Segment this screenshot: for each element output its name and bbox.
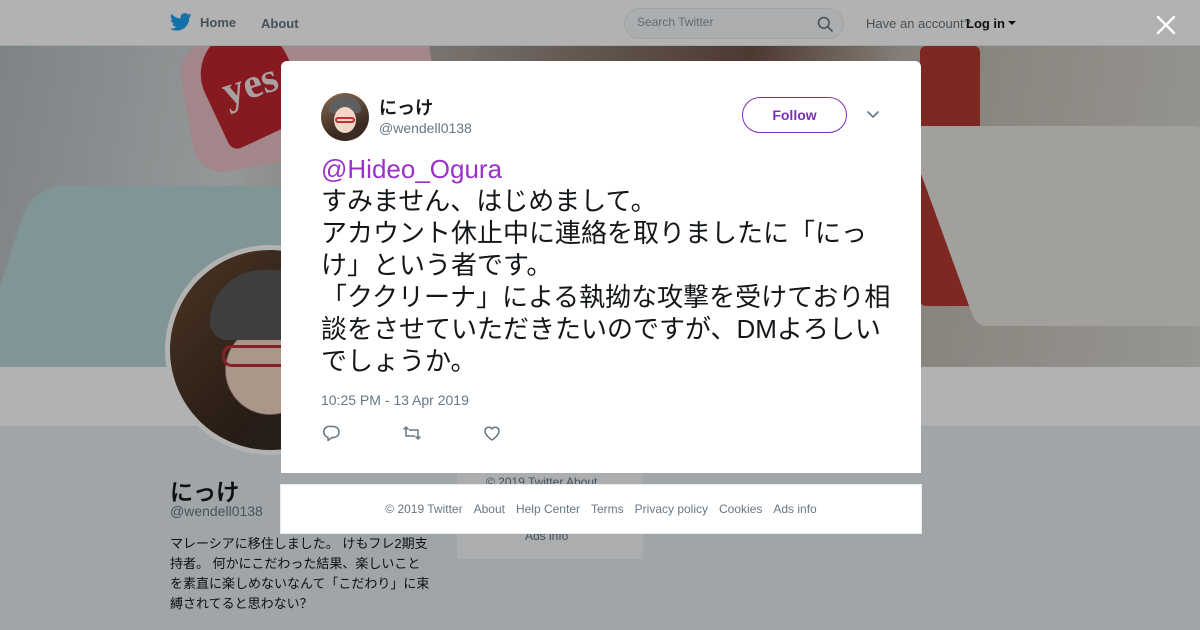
footer-links: © 2019 Twitter About Help Center Terms P… <box>281 502 921 516</box>
tweet-author-name[interactable]: にっけ <box>379 94 433 120</box>
modal-footer: © 2019 Twitter About Help Center Terms P… <box>280 484 922 534</box>
retweet-icon[interactable] <box>402 424 422 442</box>
footer-copyright: © 2019 Twitter <box>385 502 463 516</box>
tweet-modal: にっけ @wendell0138 Follow @Hideo_Ogura すみま… <box>281 61 921 473</box>
footer-about-link[interactable]: About <box>474 502 505 516</box>
tweet-mention-link[interactable]: @Hideo_Ogura <box>321 154 502 184</box>
tweet-timestamp[interactable]: 10:25 PM - 13 Apr 2019 <box>321 392 469 408</box>
reply-icon[interactable] <box>322 424 342 442</box>
like-icon[interactable] <box>482 424 502 442</box>
tweet-body: すみません、はじめまして。 アカウント休止中に連絡を取りましたに「にっけ」という… <box>321 186 891 376</box>
tweet-author-avatar[interactable] <box>321 93 369 141</box>
footer-help-center-link[interactable]: Help Center <box>516 502 580 516</box>
close-icon[interactable] <box>1153 12 1179 38</box>
follow-button[interactable]: Follow <box>742 97 847 133</box>
footer-cookies-link[interactable]: Cookies <box>719 502 762 516</box>
footer-ads-info-link[interactable]: Ads info <box>773 502 816 516</box>
tweet-author-handle[interactable]: @wendell0138 <box>379 120 472 136</box>
chevron-down-icon[interactable] <box>865 109 881 121</box>
tweet-avatar-glasses-shape <box>335 117 355 123</box>
footer-privacy-link[interactable]: Privacy policy <box>635 502 708 516</box>
footer-terms-link[interactable]: Terms <box>591 502 624 516</box>
tweet-text: @Hideo_Ogura すみません、はじめまして。 アカウント休止中に連絡を取… <box>321 153 891 377</box>
